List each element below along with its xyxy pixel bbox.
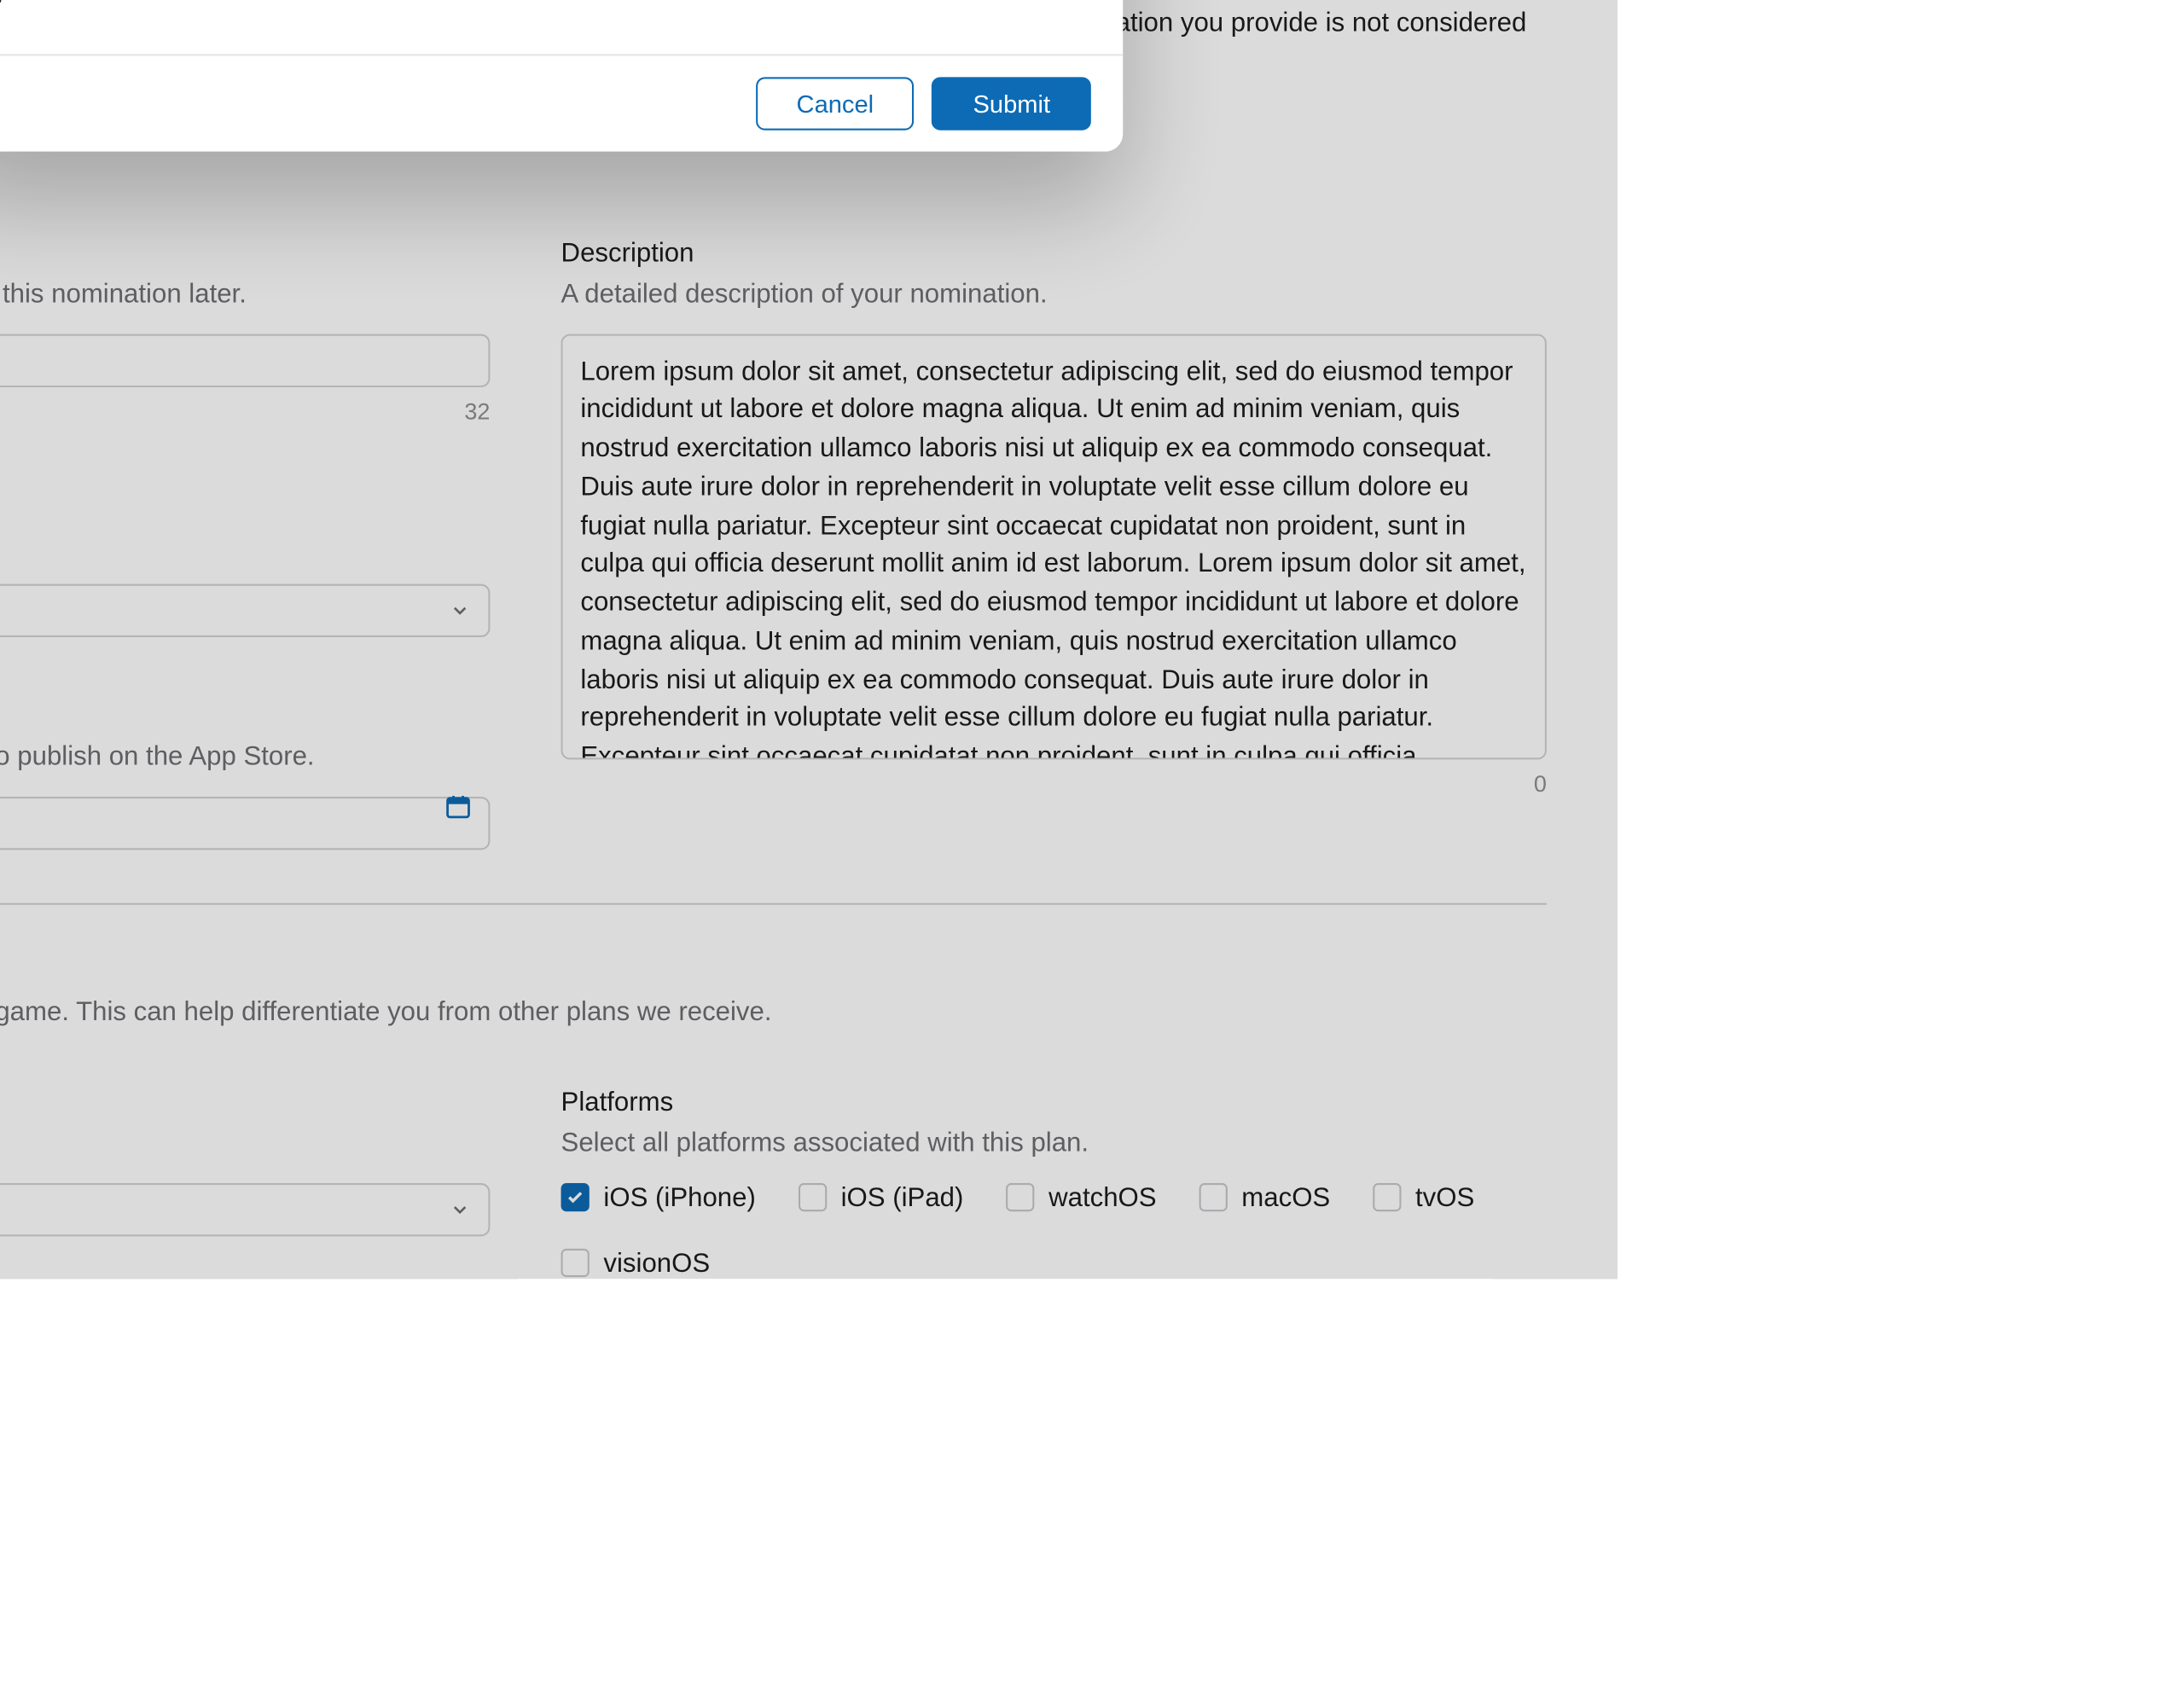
modal-scrim[interactable] xyxy=(0,0,1618,1278)
modal-cancel-button[interactable]: Cancel xyxy=(756,76,915,129)
modal-submit-button[interactable]: Submit xyxy=(932,76,1091,129)
modal-body: Our editorial team will review your nomi… xyxy=(0,0,1063,10)
submit-modal: Submit Nomination? Our editorial team wi… xyxy=(0,0,1123,151)
